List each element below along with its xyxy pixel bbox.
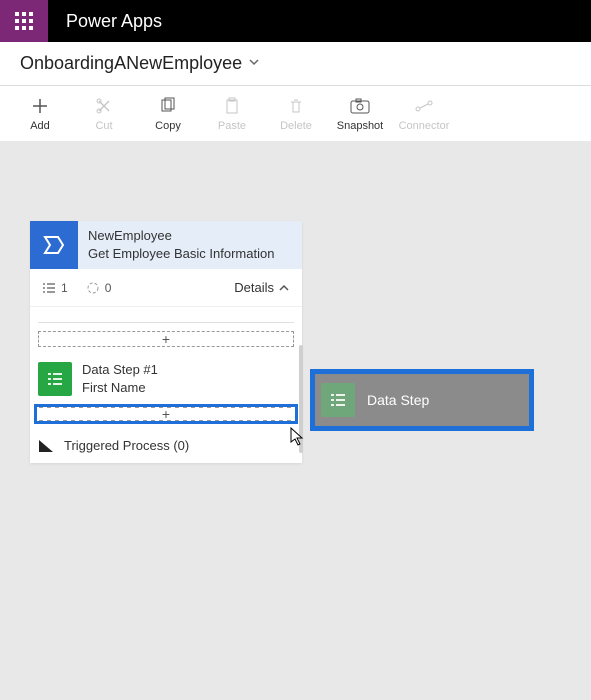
breadcrumb: OnboardingANewEmployee	[0, 42, 591, 86]
camera-icon	[350, 96, 370, 116]
snapshot-label: Snapshot	[337, 120, 383, 132]
triangle-icon	[38, 439, 54, 453]
dragging-data-step-tile[interactable]: Data Step	[310, 369, 534, 431]
chevron-down-icon[interactable]	[248, 55, 260, 73]
copy-icon	[158, 96, 178, 116]
add-step-slot-active[interactable]: +	[34, 404, 298, 424]
delete-button[interactable]: Delete	[264, 86, 328, 141]
data-step-row[interactable]: Data Step #1 First Name	[34, 355, 298, 400]
steps-count-value: 1	[61, 281, 68, 295]
scissors-icon	[94, 96, 114, 116]
cut-button[interactable]: Cut	[72, 86, 136, 141]
waffle-icon	[15, 12, 33, 30]
title-bar: Power Apps	[0, 0, 591, 42]
steps-count: 1	[42, 281, 68, 295]
add-step-slot-top[interactable]: +	[38, 331, 294, 347]
add-label: Add	[30, 120, 50, 132]
connector-icon	[414, 96, 434, 116]
form-icon	[38, 362, 72, 396]
cycle-icon	[86, 281, 100, 295]
step-title: Data Step #1	[82, 361, 158, 379]
stage-title-block: NewEmployee Get Employee Basic Informati…	[78, 221, 284, 269]
stage-card[interactable]: NewEmployee Get Employee Basic Informati…	[30, 221, 302, 463]
stage-name: NewEmployee	[88, 227, 274, 245]
process-title: OnboardingANewEmployee	[20, 53, 242, 74]
designer-canvas[interactable]: NewEmployee Get Employee Basic Informati…	[0, 141, 591, 700]
details-toggle[interactable]: Details	[234, 280, 290, 295]
plus-glyph: +	[162, 406, 170, 422]
clipboard-icon	[222, 96, 242, 116]
plus-icon	[30, 96, 50, 116]
stage-stats-row: 1 0 Details	[30, 269, 302, 307]
step-text: Data Step #1 First Name	[82, 361, 158, 396]
copy-label: Copy	[155, 120, 181, 132]
stage-header[interactable]: NewEmployee Get Employee Basic Informati…	[30, 221, 302, 269]
scrollbar[interactable]	[299, 345, 303, 453]
stage-icon	[30, 221, 78, 269]
paste-button[interactable]: Paste	[200, 86, 264, 141]
triggered-label: Triggered Process (0)	[64, 438, 189, 453]
stage-body: + Data Step #1 First Name + Triggered Pr…	[30, 307, 302, 463]
chevron-up-icon	[278, 282, 290, 294]
triggered-process-row[interactable]: Triggered Process (0)	[34, 432, 298, 453]
add-button[interactable]: Add	[8, 86, 72, 141]
copy-button[interactable]: Copy	[136, 86, 200, 141]
plus-glyph: +	[162, 331, 170, 347]
delete-label: Delete	[280, 120, 312, 132]
app-launcher-button[interactable]	[0, 0, 48, 42]
toolbar: Add Cut Copy Paste Delete Snapshot Conne…	[0, 86, 591, 141]
snapshot-button[interactable]: Snapshot	[328, 86, 392, 141]
drag-tile-label: Data Step	[367, 392, 429, 408]
process-count: 0	[86, 281, 112, 295]
app-name: Power Apps	[48, 11, 162, 32]
connector-label: Connector	[399, 120, 450, 132]
form-icon	[321, 383, 355, 417]
paste-label: Paste	[218, 120, 246, 132]
cut-label: Cut	[95, 120, 112, 132]
step-field: First Name	[82, 379, 158, 397]
details-label: Details	[234, 280, 274, 295]
connector-button[interactable]: Connector	[392, 86, 456, 141]
trash-icon	[286, 96, 306, 116]
clipped-row	[38, 311, 294, 323]
list-icon	[42, 282, 56, 294]
stage-subtitle: Get Employee Basic Information	[88, 245, 274, 263]
process-count-value: 0	[105, 281, 112, 295]
